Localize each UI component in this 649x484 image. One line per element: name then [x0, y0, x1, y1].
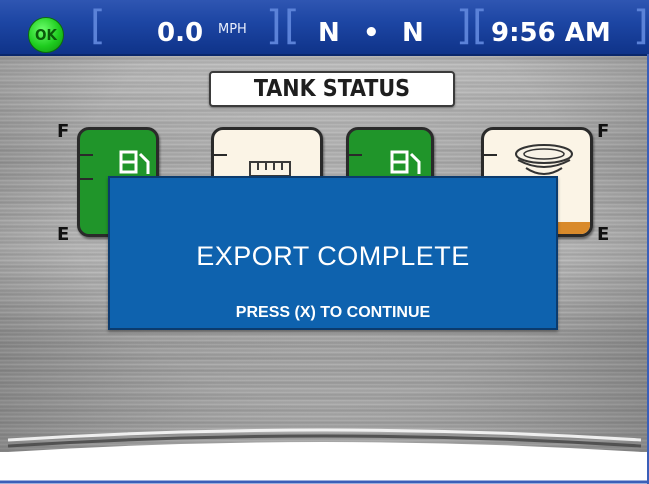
bracket-open-icon: [	[472, 3, 488, 49]
gear-separator: •	[363, 18, 380, 48]
dialog-continue-prompt: PRESS (X) TO CONTINUE	[235, 304, 431, 321]
level-tick	[80, 154, 93, 156]
bracket-close-icon: ]	[456, 3, 472, 49]
bracket-close-icon: ]	[633, 3, 649, 49]
bracket-open-icon: [	[284, 3, 300, 49]
level-tick	[484, 154, 497, 156]
level-tick	[80, 178, 93, 180]
scale-empty-label-right: E	[597, 224, 610, 245]
page-title-tab: TANK STATUS	[209, 71, 455, 107]
screen: OK [ 0.0 MPH ] [ N • N ] [ 9:56 AM ] TAN…	[0, 0, 649, 484]
dialog-title: EXPORT COMPLETE	[196, 241, 470, 271]
tank-grid-icon	[249, 161, 291, 177]
scale-full-label-left: F	[57, 121, 70, 142]
scale-full-label-right: F	[597, 121, 610, 142]
status-bar: OK [ 0.0 MPH ] [ N • N ] [ 9:56 AM ]	[0, 0, 649, 56]
speed-value: 0.0	[157, 18, 204, 48]
level-tick	[349, 154, 362, 156]
export-complete-dialog[interactable]: EXPORT COMPLETE PRESS (X) TO CONTINUE	[108, 176, 558, 330]
gear-left-indicator: N	[318, 18, 340, 48]
speed-unit: MPH	[218, 22, 247, 37]
bracket-close-icon: ]	[266, 3, 282, 49]
bracket-open-icon: [	[90, 3, 106, 49]
level-tick	[214, 154, 227, 156]
clock: 9:56 AM	[491, 18, 611, 48]
scale-empty-label-left: E	[57, 224, 70, 245]
ok-status-label: OK	[35, 26, 57, 44]
page-title: TANK STATUS	[253, 76, 411, 102]
gear-right-indicator: N	[402, 18, 424, 48]
ok-status-indicator: OK	[28, 17, 64, 53]
